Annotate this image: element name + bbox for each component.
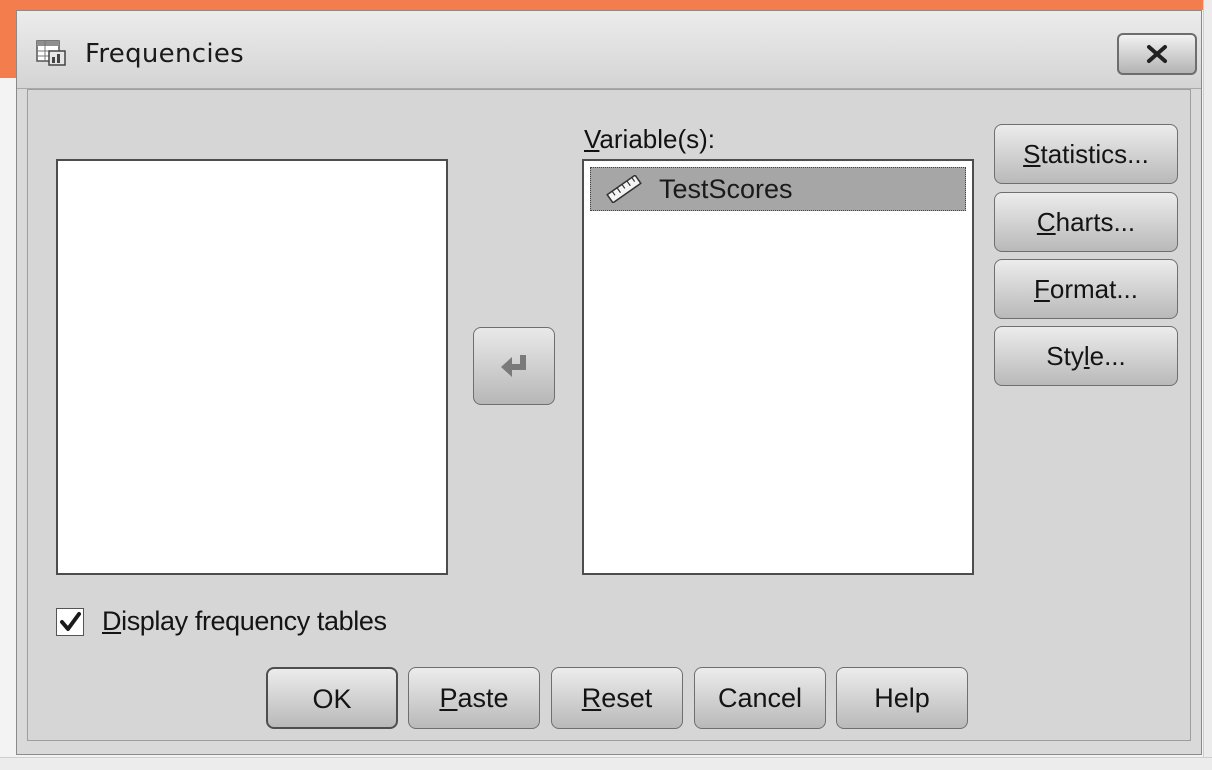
paste-label: aste: [457, 683, 509, 713]
variables-label-text: ariable(s):: [599, 124, 716, 154]
format-mnemonic: F: [1033, 274, 1050, 304]
frequencies-dialog: Frequencies Variable(s): TestScores Stat…: [16, 10, 1202, 755]
charts-mnemonic: C: [1036, 207, 1056, 237]
paste-mnemonic: P: [439, 683, 458, 713]
display-label-text: isplay frequency tables: [121, 606, 387, 636]
variables-label-mnemonic: V: [584, 124, 600, 154]
close-icon: [1147, 45, 1167, 63]
style-label-start: Sty: [1046, 341, 1084, 371]
display-mnemonic: D: [102, 606, 122, 636]
variables-list-label: Variable(s):: [584, 124, 715, 155]
help-button[interactable]: Help: [836, 667, 968, 729]
dialog-title: Frequencies: [85, 39, 244, 69]
move-variable-button[interactable]: [473, 327, 555, 405]
display-frequency-tables-checkbox[interactable]: [56, 608, 84, 636]
ok-button[interactable]: OK: [266, 667, 398, 729]
reset-mnemonic: R: [581, 683, 602, 713]
background-edge-bottom: [0, 757, 1212, 770]
variable-item-testscores[interactable]: TestScores: [590, 167, 966, 211]
accent-band: [0, 0, 1212, 10]
reset-button[interactable]: Reset: [551, 667, 683, 729]
variable-item-label: TestScores: [659, 173, 793, 204]
paste-button[interactable]: Paste: [408, 667, 540, 729]
statistics-mnemonic: S: [1023, 139, 1041, 169]
title-bar[interactable]: Frequencies: [17, 11, 1201, 89]
format-button[interactable]: Format...: [994, 259, 1178, 319]
scale-variable-icon: [606, 175, 642, 203]
statistics-label: tatistics...: [1040, 139, 1149, 169]
checkmark-icon: [60, 612, 81, 631]
style-button[interactable]: Style...: [994, 326, 1178, 386]
frequencies-table-icon: [36, 40, 66, 66]
format-label: ormat...: [1049, 274, 1139, 304]
charts-button[interactable]: Charts...: [994, 192, 1178, 252]
charts-label: harts...: [1055, 207, 1136, 237]
move-arrow-icon: [501, 355, 526, 377]
close-button[interactable]: [1117, 33, 1197, 75]
cancel-button[interactable]: Cancel: [694, 667, 826, 729]
display-frequency-tables-label[interactable]: Display frequency tables: [102, 606, 387, 637]
accent-side-band: [0, 0, 16, 78]
background-edge-right: [1203, 0, 1212, 769]
style-label-end: e...: [1089, 341, 1126, 371]
statistics-button[interactable]: Statistics...: [994, 124, 1178, 184]
source-variable-list[interactable]: [56, 159, 448, 575]
reset-label: eset: [601, 683, 653, 713]
dialog-body: Variable(s): TestScores Statistics... Ch: [27, 89, 1191, 741]
selected-variable-list[interactable]: TestScores: [582, 159, 974, 575]
